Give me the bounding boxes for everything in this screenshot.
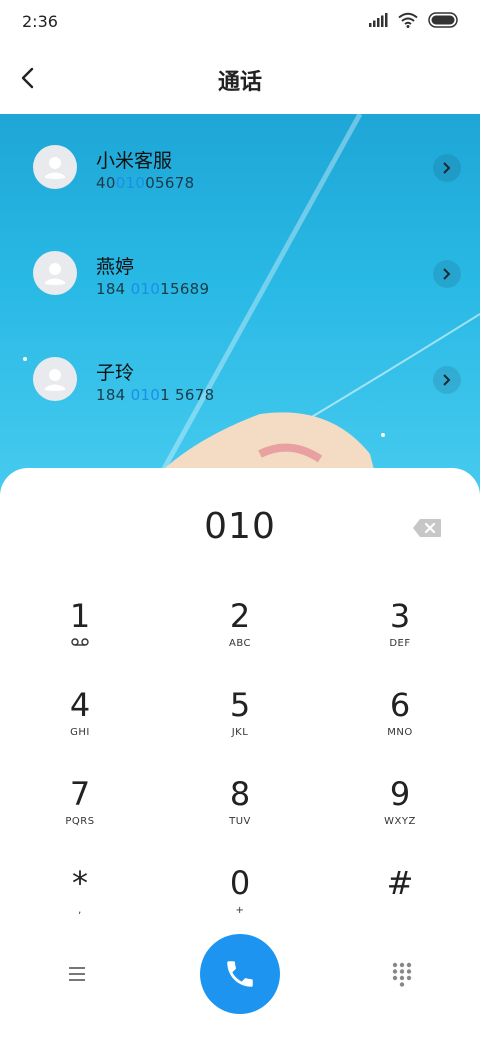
avatar	[33, 357, 77, 401]
chevron-right-icon	[443, 268, 451, 280]
page-title: 通话	[217, 70, 262, 95]
status-time: 2:36	[22, 12, 58, 31]
call-button[interactable]	[200, 934, 280, 1014]
match-highlight: 010	[130, 280, 161, 298]
contact-phone: 184 01015689	[96, 280, 210, 298]
list-item[interactable]: 燕婷 184 01015689	[0, 220, 480, 326]
avatar	[33, 145, 77, 189]
match-highlight: 010	[115, 174, 146, 192]
wifi-icon	[398, 12, 418, 28]
key-letters: MNO	[387, 727, 413, 738]
contact-name: 燕婷	[96, 256, 135, 278]
dialpad-toggle-button[interactable]	[388, 960, 416, 988]
key-letters: PQRS	[65, 816, 95, 827]
dialpad-icon	[392, 962, 412, 987]
key-digit: 9	[389, 775, 411, 813]
header: 通话	[0, 44, 480, 114]
key-1[interactable]: 1	[0, 596, 160, 682]
contact-phone: 4001005678	[96, 174, 195, 192]
dialed-number: 010	[204, 506, 276, 547]
contact-phone: 184 0101 5678	[96, 386, 215, 404]
status-bar: 2:36	[0, 0, 480, 44]
list-item[interactable]: 子玲 184 0101 5678	[0, 326, 480, 432]
key-digit: 4	[69, 686, 91, 724]
key-2[interactable]: 2 ABC	[160, 596, 320, 682]
key-digit: 6	[389, 686, 411, 724]
key-digit: 0	[229, 864, 251, 902]
key-9[interactable]: 9 WXYZ	[320, 774, 480, 860]
key-letters: ABC	[228, 638, 251, 649]
key-digit: #	[386, 864, 414, 902]
contact-detail-button[interactable]	[433, 154, 461, 182]
contact-detail-button[interactable]	[433, 366, 461, 394]
list-item[interactable]: 小米客服 4001005678	[0, 114, 480, 220]
match-highlight: 010	[130, 386, 161, 404]
key-digit: 8	[229, 775, 251, 813]
avatar	[33, 251, 77, 295]
delete-button[interactable]	[412, 518, 442, 538]
contact-name: 子玲	[96, 362, 135, 384]
key-6[interactable]: 6 MNO	[320, 685, 480, 771]
key-letters: DEF	[389, 638, 411, 649]
key-3[interactable]: 3 DEF	[320, 596, 480, 682]
menu-button[interactable]	[62, 962, 92, 986]
backspace-icon	[413, 519, 441, 537]
key-letters: +	[235, 905, 245, 916]
chevron-right-icon	[443, 374, 451, 386]
key-digit: 5	[229, 686, 251, 724]
key-digit: *	[72, 864, 88, 902]
key-digit: 2	[229, 597, 251, 635]
key-letters: GHI	[70, 727, 90, 738]
contact-detail-button[interactable]	[433, 260, 461, 288]
key-letters: ,	[78, 905, 82, 916]
dial-panel: 010 1 2 ABC 3 DEF 4 GHI 5 JKL 6 MNO 7 PQ…	[0, 468, 480, 1040]
voicemail-icon	[0, 638, 160, 649]
key-5[interactable]: 5 JKL	[160, 685, 320, 771]
status-icons	[368, 12, 460, 28]
contact-name: 小米客服	[96, 150, 173, 172]
key-8[interactable]: 8 TUV	[160, 774, 320, 860]
key-letters: TUV	[229, 816, 251, 827]
phone-icon	[227, 961, 253, 987]
key-digit: 3	[389, 597, 411, 635]
key-letters: JKL	[231, 727, 249, 738]
battery-icon	[428, 12, 458, 28]
key-digit: 1	[69, 597, 91, 635]
key-7[interactable]: 7 PQRS	[0, 774, 160, 860]
chevron-right-icon	[443, 162, 451, 174]
menu-icon	[69, 967, 85, 981]
signal-icon	[369, 13, 388, 27]
person-icon	[45, 263, 65, 285]
person-icon	[45, 369, 65, 391]
person-icon	[45, 157, 65, 179]
dialer-actions	[0, 934, 480, 1014]
key-4[interactable]: 4 GHI	[0, 685, 160, 771]
key-letters: WXYZ	[384, 816, 416, 827]
key-digit: 7	[69, 775, 91, 813]
